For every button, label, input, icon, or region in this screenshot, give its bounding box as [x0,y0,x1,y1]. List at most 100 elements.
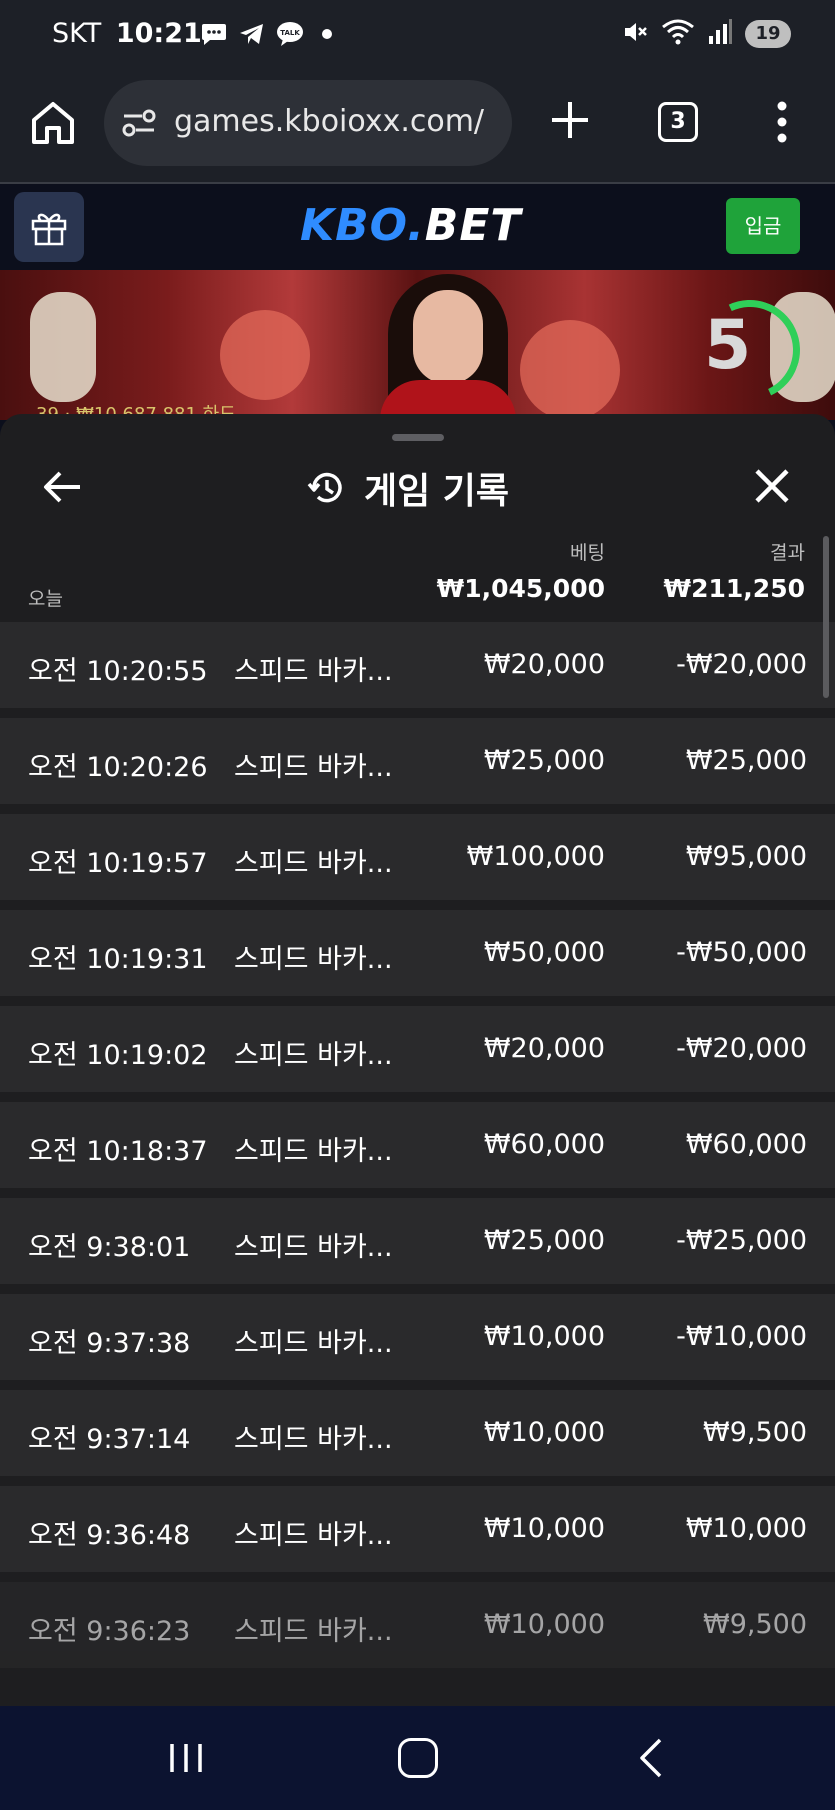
system-back-button[interactable] [636,1736,666,1780]
row-bet: ₩10,000 [483,1609,605,1640]
sheet-title-text: 게임 기록 [364,471,510,512]
browser-toolbar: games.kboioxx.com/ 3 [0,72,835,184]
history-row[interactable]: 오전 9:37:14 스피드 바카... ₩10,000 ₩9,500 [0,1390,835,1476]
system-icons: 19 [621,18,791,50]
row-bet: ₩50,000 [483,937,605,968]
row-result: ₩60,000 [685,1129,807,1160]
history-row[interactable]: 오전 10:19:31 스피드 바카... ₩50,000 -₩50,000 [0,910,835,996]
new-tab-button[interactable] [546,96,594,144]
mute-icon [621,18,649,50]
history-icon [307,472,342,503]
wifi-icon [661,18,695,50]
row-bet: ₩10,000 [483,1513,605,1544]
row-result: -₩20,000 [676,649,807,680]
site-header: KBO.BET 입금 [0,186,835,270]
row-time: 오전 10:19:31 [28,944,208,975]
status-time: 10:21 [115,18,202,49]
tab-switcher-button[interactable]: 3 [658,102,698,142]
blossom-decoration [520,320,620,420]
system-home-button[interactable] [398,1738,438,1778]
carrier-name: SKT [52,18,102,49]
message-icon [200,20,228,48]
arrow-left-icon [44,471,80,503]
row-time: 오전 9:38:01 [28,1232,191,1263]
list-scrollbar[interactable] [823,536,829,698]
row-result: ₩10,000 [685,1513,807,1544]
row-time: 오전 9:36:48 [28,1520,191,1551]
home-icon [32,102,74,144]
row-result: ₩25,000 [685,745,807,776]
kakaotalk-icon: TALK [276,20,304,48]
battery-indicator: 19 [745,20,791,48]
gift-icon [31,213,67,246]
row-result: -₩20,000 [676,1033,807,1064]
row-bet: ₩60,000 [483,1129,605,1160]
browser-menu-button[interactable] [770,100,794,144]
deposit-button[interactable]: 입금 [726,198,800,254]
row-time: 오전 10:18:37 [28,1136,208,1167]
address-bar[interactable]: games.kboioxx.com/ [104,80,512,166]
notification-icons: TALK [200,20,332,48]
column-header-result: 결과 [770,542,805,564]
history-row[interactable]: 오전 9:38:01 스피드 바카... ₩25,000 -₩25,000 [0,1198,835,1284]
signal-icon [707,18,733,50]
row-result: -₩50,000 [676,937,807,968]
lantern-decoration [30,292,96,402]
history-row[interactable]: 오전 9:36:48 스피드 바카... ₩10,000 ₩10,000 [0,1486,835,1572]
system-navigation-bar [0,1706,835,1810]
history-row[interactable]: 오전 10:19:57 스피드 바카... ₩100,000 ₩95,000 [0,814,835,900]
live-game-video[interactable]: 39 · ₩10,687,881 하드 5 [0,270,835,420]
row-result: -₩25,000 [676,1225,807,1256]
countdown-number: 5 [704,306,752,385]
svg-text:TALK: TALK [280,29,300,37]
history-row[interactable]: 오전 10:19:02 스피드 바카... ₩20,000 -₩20,000 [0,1006,835,1092]
row-time: 오전 10:20:26 [28,752,208,783]
row-bet: ₩25,000 [483,745,605,776]
row-time: 오전 10:19:02 [28,1040,208,1071]
history-list: 오전 10:20:55 스피드 바카... ₩20,000 -₩20,000 오… [0,622,835,1678]
row-result: ₩95,000 [685,841,807,872]
site-logo[interactable]: KBO.BET [300,200,521,251]
row-game: 스피드 바카... [234,1328,393,1359]
recent-apps-button[interactable] [166,1740,206,1776]
notification-dot [322,29,332,39]
sheet-title: 게임 기록 [306,462,509,514]
row-game: 스피드 바카... [234,944,393,975]
home-button[interactable] [28,98,78,148]
row-result: ₩9,500 [703,1417,807,1448]
chevron-left-icon [640,1738,662,1778]
column-header-bet: 베팅 [570,542,605,564]
row-bet: ₩10,000 [483,1417,605,1448]
history-row[interactable]: 오전 9:37:38 스피드 바카... ₩10,000 -₩10,000 [0,1294,835,1380]
history-row[interactable]: 오전 9:36:23 스피드 바카... ₩10,000 ₩9,500 [0,1582,835,1668]
gift-button[interactable] [14,192,84,262]
total-bet: ₩1,045,000 [436,574,605,603]
history-row[interactable]: 오전 10:20:55 스피드 바카... ₩20,000 -₩20,000 [0,622,835,708]
total-result: ₩211,250 [663,574,805,603]
row-bet: ₩10,000 [483,1321,605,1352]
row-bet: ₩20,000 [483,1033,605,1064]
row-game: 스피드 바카... [234,1520,393,1551]
back-button[interactable] [40,464,86,510]
url-text[interactable]: games.kboioxx.com/ [174,104,484,139]
close-button[interactable] [752,466,792,506]
sheet-drag-handle[interactable] [392,434,444,441]
row-game: 스피드 바카... [234,1232,393,1263]
logo-kbo: KBO. [300,200,425,251]
dealer-face [413,290,483,384]
logo-bet: BET [424,200,522,251]
blossom-decoration [220,310,310,400]
row-result: -₩10,000 [676,1321,807,1352]
status-bar: SKT 10:21 TALK 19 [0,0,835,72]
row-bet: ₩25,000 [483,1225,605,1256]
row-game: 스피드 바카... [234,1040,393,1071]
history-row[interactable]: 오전 10:18:37 스피드 바카... ₩60,000 ₩60,000 [0,1102,835,1188]
row-time: 오전 10:20:55 [28,656,208,687]
game-history-sheet: 게임 기록 베팅 결과 오늘 ₩1,045,000 ₩211,250 오전 10… [0,414,835,1706]
tune-icon[interactable] [122,108,156,138]
recent-apps-icon [170,1744,202,1772]
history-row[interactable]: 오전 10:20:26 스피드 바카... ₩25,000 ₩25,000 [0,718,835,804]
row-game: 스피드 바카... [234,752,393,783]
telegram-icon [238,20,266,48]
more-vert-icon [777,101,787,143]
